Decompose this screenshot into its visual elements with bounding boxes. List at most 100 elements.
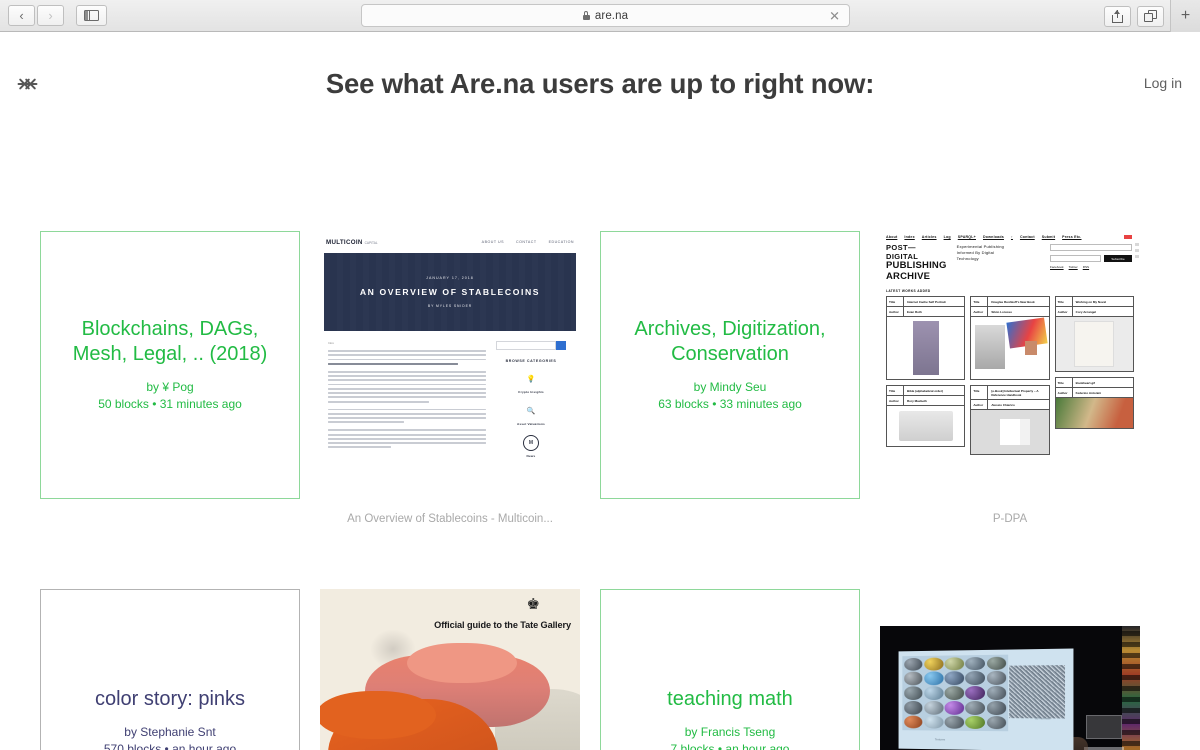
login-link[interactable]: Log in — [1144, 75, 1182, 91]
channel-card-teaching-math[interactable]: teaching math by Francis Tseng 7 blocks … — [600, 589, 860, 750]
channel-card-archives[interactable]: Archives, Digitization, Conservation by … — [600, 231, 860, 499]
multicoin-category[interactable]: 🔍 Asset Valuations — [496, 403, 566, 426]
block-image-tate-guide[interactable]: ♚ Official guide to the Tate Gallery — [320, 589, 580, 750]
sidebar-toggle-button[interactable] — [76, 5, 107, 26]
pdpa-scrollbar[interactable] — [1134, 235, 1139, 495]
channel-card-blockchains[interactable]: Blockchains, DAGs, Mesh, Legal, .. (2018… — [40, 231, 300, 499]
chevron-left-icon: ‹ — [19, 8, 24, 23]
pdpa-column: Title Douglas Rushkoff's New Book Author S… — [970, 296, 1050, 456]
pdpa-work-image — [1055, 398, 1133, 429]
twitter-link[interactable]: Twitter — [1069, 265, 1078, 269]
multicoin-category[interactable]: 💡 Crypto Insights — [496, 371, 566, 394]
pdpa-work-item[interactable]: Title Bible (alphabetical order) Author Ro… — [886, 385, 966, 448]
chevron-right-icon: › — [48, 8, 53, 23]
pdpa-nav-item[interactable]: Submit — [1042, 235, 1055, 239]
channel-author: by Mindy Seu — [693, 379, 767, 394]
multicoin-category[interactable]: M News — [496, 435, 566, 458]
close-icon[interactable]: ✕ — [829, 9, 840, 22]
pdpa-nav-item[interactable]: Articles — [922, 235, 937, 239]
url-text: are.na — [594, 9, 629, 22]
projector-screen: Textures 3D Normals — [898, 648, 1074, 750]
channel-grid: Blockchains, DAGs, Mesh, Legal, .. (2018… — [40, 231, 1160, 750]
block-image-full-frontal[interactable]: Textures 3D Normals ff FULL FRONTAL 09 N… — [880, 589, 1140, 750]
block-image-multicoin[interactable]: MULTICOIN CAPITAL ABOUT US CONTACT EDUCAT… — [320, 231, 580, 499]
pdpa-author-value: Evan Roth — [907, 309, 922, 314]
conference-stage-photo: Textures 3D Normals ff FULL FRONTAL 09 N… — [880, 626, 1140, 750]
multicoin-sidebar: BROWSE CATEGORIES 💡 Crypto Insights 🔍 As… — [496, 341, 566, 467]
show-tabs-button[interactable] — [1137, 5, 1164, 27]
pdpa-work-item[interactable]: Title Internet Cache Self Portrait Author… — [886, 296, 966, 381]
tate-headline: Official guide to the Tate Gallery — [434, 620, 571, 630]
pdpa-title-value: [e-Book] Intellectual Property – A Refer… — [991, 388, 1039, 397]
facebook-link[interactable]: Facebook — [1050, 265, 1064, 269]
pdpa-title-key: Title — [887, 386, 904, 396]
pdpa-nav-item[interactable]: Log — [944, 235, 951, 239]
pdpa-nav-item[interactable]: About — [886, 235, 897, 239]
grid-cell: MULTICOIN CAPITAL ABOUT US CONTACT EDUCAT… — [320, 231, 580, 525]
pdpa-email-input[interactable] — [1050, 255, 1101, 262]
new-tab-button[interactable]: + — [1170, 0, 1200, 32]
pdpa-nav-item[interactable]: Index — [904, 235, 914, 239]
pdpa-nav-item[interactable]: Press Etc. — [1062, 235, 1081, 239]
pdpa-author-value: Silvio Lorusso — [991, 309, 1012, 314]
pdpa-title-key: Title — [1056, 378, 1073, 388]
pdpa-work-item[interactable]: Title Douglas Rushkoff's New Book Author S… — [970, 296, 1050, 381]
multicoin-hero-byline: BY MYLES SNIDER — [427, 304, 473, 308]
lock-icon — [582, 11, 590, 20]
pdpa-nav-item[interactable]: Contact — [1020, 235, 1035, 239]
speech-bubble-icon: M — [523, 435, 539, 451]
pdpa-work-image — [887, 317, 964, 379]
channel-title: color story: pinks — [94, 688, 246, 711]
multicoin-nav-item[interactable]: CONTACT — [516, 240, 537, 244]
channel-stats: 570 blocks • an hour ago — [103, 742, 237, 750]
multicoin-topbar: MULTICOIN CAPITAL ABOUT US CONTACT EDUCAT… — [320, 231, 580, 253]
pdpa-search-input[interactable] — [1050, 244, 1132, 251]
multicoin-search[interactable] — [496, 341, 566, 350]
rss-link[interactable]: RSS — [1083, 265, 1089, 269]
arena-page: See what Are.na users are up to right no… — [0, 32, 1200, 750]
pdpa-nav-item[interactable]: Downloads — [983, 235, 1004, 239]
channel-title: Archives, Digitization, Conservation — [634, 317, 826, 366]
navigation-buttons: ‹ › — [8, 5, 107, 26]
back-button[interactable]: ‹ — [8, 5, 35, 26]
address-bar[interactable]: are.na ✕ — [361, 4, 850, 27]
pdpa-nav-item[interactable]: SPARQL+ — [958, 235, 976, 239]
pdpa-tagline: Experimental Publishing Informed By Digi… — [956, 244, 1005, 262]
pdpa-works-grid: Title Internet Cache Self Portrait Author… — [880, 296, 1140, 456]
pdpa-work-item[interactable]: Title Working on My Novel Author Cory Arca… — [1054, 296, 1134, 373]
flag-icon — [1124, 235, 1132, 239]
full-frontal-photo: Textures 3D Normals ff FULL FRONTAL 09 N… — [880, 589, 1140, 750]
block-image-pdpa[interactable]: About Index Articles Log SPARQL+ Downloa… — [880, 231, 1140, 499]
multicoin-nav-item[interactable]: ABOUT US — [482, 240, 504, 244]
slide-caption-left: Textures — [934, 737, 946, 742]
pdpa-work-item[interactable]: Title [e-Book] Intellectual Property – A … — [970, 385, 1050, 456]
grid-cell: ♚ Official guide to the Tate Gallery — [320, 589, 580, 750]
grid-cell: Textures 3D Normals ff FULL FRONTAL 09 N… — [880, 589, 1140, 750]
pdpa-nav-item[interactable]: ↑ — [1011, 235, 1013, 239]
pdpa-work-item[interactable]: Title Bookheart.gif Author Federico Antoni… — [1054, 377, 1134, 430]
tabs-icon — [1144, 10, 1157, 22]
magnifier-icon: 🔍 — [526, 408, 536, 415]
multicoin-hero: JANUARY 17, 2018 AN OVERVIEW OF STABLECO… — [324, 253, 576, 331]
pdpa-subscribe-button[interactable]: Subscribe — [1104, 255, 1132, 262]
lightbulb-icon: 💡 — [526, 376, 536, 383]
pdpa-social-links: Facebook Twitter RSS — [1050, 265, 1132, 269]
page-title: See what Are.na users are up to right no… — [325, 68, 875, 99]
pdpa-header: POST— DIGITAL PUBLISHING ARCHIVE Experim… — [880, 242, 1140, 283]
multicoin-browse-heading: BROWSE CATEGORIES — [505, 359, 557, 363]
multicoin-page-thumbnail: MULTICOIN CAPITAL ABOUT US CONTACT EDUCAT… — [320, 231, 580, 499]
forward-button[interactable]: › — [37, 5, 64, 26]
multicoin-nav-item[interactable]: EDUCATION — [549, 240, 574, 244]
multicoin-category-label: Crypto Insights — [518, 390, 544, 394]
pdpa-work-image — [971, 317, 1048, 379]
multicoin-article-text: Intro — [328, 341, 486, 467]
channel-card-color-story-pinks[interactable]: color story: pinks by Stephanie Snt 570 … — [40, 589, 300, 750]
pdpa-author-value: Cory Arcangel — [1075, 309, 1097, 314]
multicoin-hero-title: AN OVERVIEW OF STABLECOINS — [359, 287, 541, 297]
multicoin-body-label: Intro — [328, 341, 335, 345]
pdpa-page-thumbnail: About Index Articles Log SPARQL+ Downloa… — [880, 231, 1140, 499]
share-button[interactable] — [1104, 5, 1131, 27]
multicoin-category-label: Asset Valuations — [517, 422, 545, 426]
site-header: See what Are.na users are up to right no… — [0, 32, 1200, 122]
pdpa-author-key: Author — [971, 400, 989, 410]
